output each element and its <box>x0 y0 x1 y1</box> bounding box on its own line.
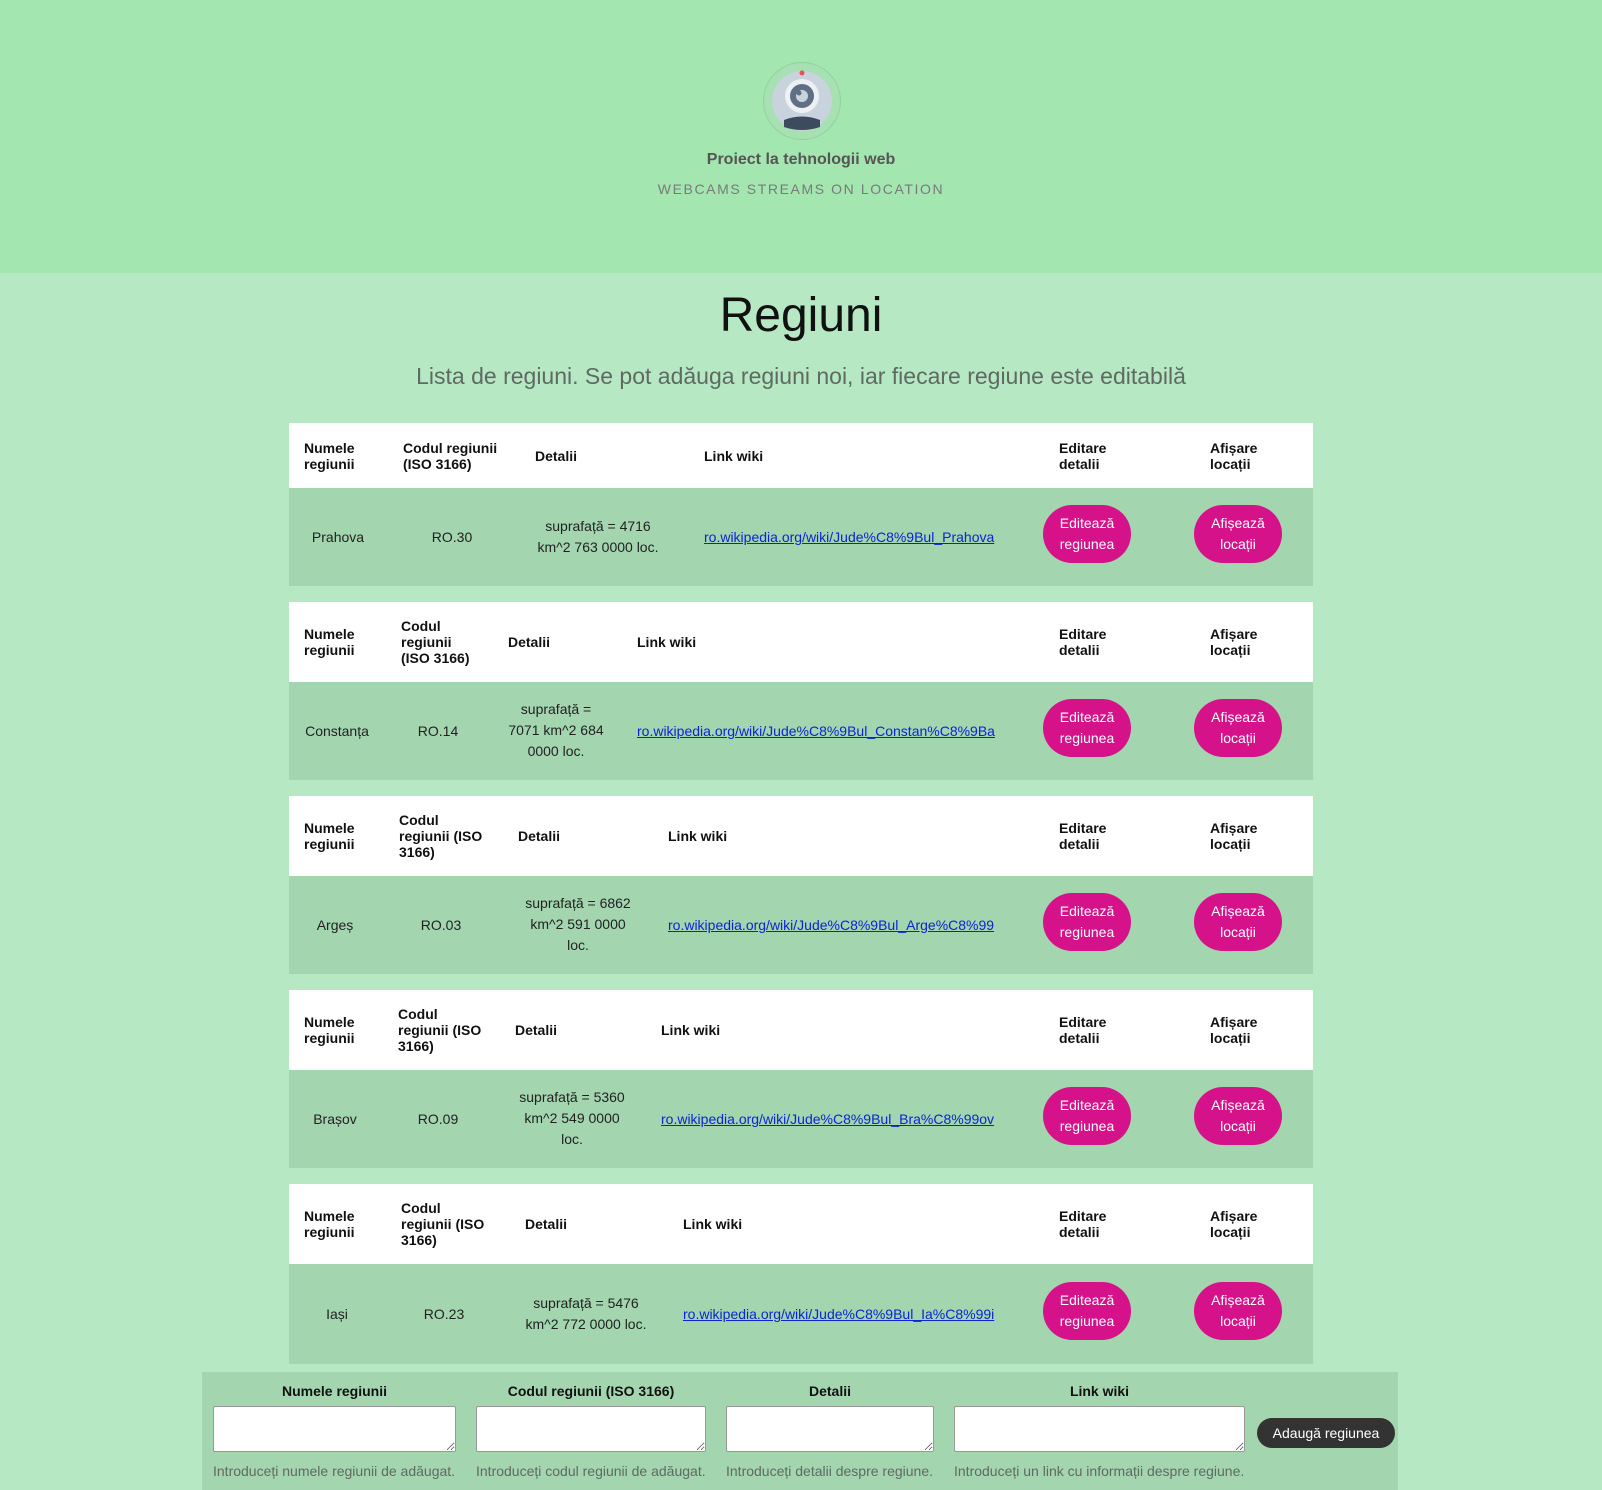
show-locations-button[interactable]: Afișează locații <box>1194 1282 1282 1340</box>
region-details-input[interactable] <box>726 1406 934 1452</box>
column-header-name: Numele regiunii <box>304 1208 355 1240</box>
table-header-row: Numele regiunii Codul regiunii (ISO 3166… <box>289 990 1313 1070</box>
add-region-form: Numele regiunii Introduceți numele regiu… <box>202 1372 1398 1490</box>
wiki-link[interactable]: ro.wikipedia.org/wiki/Jude%C8%9Bul_Const… <box>637 723 995 739</box>
region-table: Numele regiunii Codul regiunii (ISO 3166… <box>289 1184 1313 1364</box>
region-code: RO.30 <box>431 529 473 545</box>
table-row: Argeș RO.03 suprafață = 6862 km^2 591 00… <box>289 876 1313 974</box>
edit-region-button[interactable]: Editează regiunea <box>1043 699 1131 757</box>
region-code: RO.09 <box>417 1111 459 1127</box>
edit-region-button[interactable]: Editează regiunea <box>1043 505 1131 563</box>
site-subtitle: WEBCAMS STREAMS ON LOCATION <box>657 181 945 197</box>
column-header-edit: Editare detalii <box>1059 626 1107 658</box>
column-header-details: Detalii <box>515 1022 558 1038</box>
table-row: Iași RO.23 suprafață = 5476 km^2 772 000… <box>289 1264 1313 1364</box>
add-region-button[interactable]: Adaugă regiunea <box>1257 1418 1395 1448</box>
column-header-show: Afișare locații <box>1210 440 1258 472</box>
name-field-label: Numele regiunii <box>281 1383 388 1399</box>
page-title: Regiuni <box>719 289 883 342</box>
wiki-link[interactable]: ro.wikipedia.org/wiki/Jude%C8%9Bul_Ia%C8… <box>683 1306 994 1322</box>
column-header-name: Numele regiunii <box>304 626 355 658</box>
region-name: Iași <box>326 1306 348 1322</box>
column-header-name: Numele regiunii <box>304 440 355 472</box>
site-header: Proiect la tehnologii web WEBCAMS STREAM… <box>0 0 1602 273</box>
column-header-edit: Editare detalii <box>1059 820 1107 852</box>
table-row: Constanța RO.14 suprafață = 7071 km^2 68… <box>289 682 1313 780</box>
region-name: Constanța <box>305 723 369 739</box>
region-name: Prahova <box>311 529 365 545</box>
edit-region-button[interactable]: Editează regiunea <box>1043 1087 1131 1145</box>
table-header-row: Numele regiunii Codul regiunii (ISO 3166… <box>289 1184 1313 1264</box>
column-header-details: Detalii <box>525 1216 568 1232</box>
column-header-code: Codul regiunii (ISO 3166) <box>399 812 483 860</box>
column-header-details: Detalii <box>535 448 578 464</box>
details-field-label: Detalii <box>808 1383 851 1399</box>
column-header-edit: Editare detalii <box>1059 1014 1107 1046</box>
region-name: Argeș <box>316 917 354 933</box>
region-details: suprafață = 6862 km^2 591 0000 loc. <box>525 895 631 953</box>
details-field-help: Introduceți detalii despre regiune. <box>726 1463 934 1479</box>
region-wiki-input[interactable] <box>954 1406 1245 1452</box>
show-locations-button[interactable]: Afișează locații <box>1194 505 1282 563</box>
code-field-label: Codul regiunii (ISO 3166) <box>507 1383 675 1399</box>
table-row: Prahova RO.30 suprafață = 4716 km^2 763 … <box>289 488 1313 586</box>
wiki-link[interactable]: ro.wikipedia.org/wiki/Jude%C8%9Bul_Arge%… <box>668 917 994 933</box>
column-header-show: Afișare locații <box>1210 626 1258 658</box>
region-details: suprafață = 5360 km^2 549 0000 loc. <box>519 1089 625 1147</box>
column-header-wiki: Link wiki <box>661 1022 721 1038</box>
show-locations-button[interactable]: Afișează locații <box>1194 893 1282 951</box>
site-title: Proiect la tehnologii web <box>706 151 896 168</box>
wiki-field-label: Link wiki <box>1069 1383 1130 1399</box>
column-header-show: Afișare locații <box>1210 820 1258 852</box>
wiki-field-help: Introduceți un link cu informații despre… <box>954 1463 1245 1479</box>
table-header-row: Numele regiunii Codul regiunii (ISO 3166… <box>289 423 1313 488</box>
name-field-help: Introduceți numele regiunii de adăugat. <box>213 1463 456 1479</box>
region-name-input[interactable] <box>213 1406 456 1452</box>
column-header-wiki: Link wiki <box>683 1216 743 1232</box>
column-header-edit: Editare detalii <box>1059 440 1107 472</box>
region-name: Brașov <box>313 1111 357 1127</box>
region-table: Numele regiunii Codul regiunii (ISO 3166… <box>289 796 1313 974</box>
table-header-row: Numele regiunii Codul regiunii (ISO 3166… <box>289 602 1313 682</box>
column-header-code: Codul regiunii (ISO 3166) <box>401 618 470 666</box>
region-table: Numele regiunii Codul regiunii (ISO 3166… <box>289 423 1313 586</box>
region-code-input[interactable] <box>476 1406 706 1452</box>
column-header-show: Afișare locații <box>1210 1208 1258 1240</box>
region-code: RO.23 <box>423 1306 465 1322</box>
edit-region-button[interactable]: Editează regiunea <box>1043 1282 1131 1340</box>
region-table: Numele regiunii Codul regiunii (ISO 3166… <box>289 990 1313 1168</box>
webcam-icon <box>763 62 841 140</box>
column-header-wiki: Link wiki <box>704 448 764 464</box>
wiki-link[interactable]: ro.wikipedia.org/wiki/Jude%C8%9Bul_Bra%C… <box>661 1111 994 1127</box>
region-code: RO.03 <box>420 917 462 933</box>
wiki-link[interactable]: ro.wikipedia.org/wiki/Jude%C8%9Bul_Praho… <box>704 529 994 545</box>
page-lead: Lista de regiuni. Se pot adăuga regiuni … <box>416 363 1186 389</box>
column-header-details: Detalii <box>508 634 551 650</box>
column-header-wiki: Link wiki <box>637 634 697 650</box>
column-header-edit: Editare detalii <box>1059 1208 1107 1240</box>
column-header-name: Numele regiunii <box>304 1014 355 1046</box>
show-locations-button[interactable]: Afișează locații <box>1194 1087 1282 1145</box>
region-table: Numele regiunii Codul regiunii (ISO 3166… <box>289 602 1313 780</box>
table-header-row: Numele regiunii Codul regiunii (ISO 3166… <box>289 796 1313 876</box>
show-locations-button[interactable]: Afișează locații <box>1194 699 1282 757</box>
column-header-code: Codul regiunii (ISO 3166) <box>403 440 498 472</box>
region-details: suprafață = 5476 km^2 772 0000 loc. <box>525 1295 647 1332</box>
code-field-help: Introduceți codul regiunii de adăugat. <box>476 1463 706 1479</box>
edit-region-button[interactable]: Editează regiunea <box>1043 893 1131 951</box>
region-code: RO.14 <box>417 723 459 739</box>
region-details: suprafață = 7071 km^2 684 0000 loc. <box>508 701 604 759</box>
column-header-code: Codul regiunii (ISO 3166) <box>398 1006 482 1054</box>
column-header-code: Codul regiunii (ISO 3166) <box>401 1200 485 1248</box>
column-header-details: Detalii <box>518 828 561 844</box>
column-header-show: Afișare locații <box>1210 1014 1258 1046</box>
column-header-name: Numele regiunii <box>304 820 355 852</box>
column-header-wiki: Link wiki <box>668 828 728 844</box>
region-details: suprafață = 4716 km^2 763 0000 loc. <box>537 518 659 555</box>
table-row: Brașov RO.09 suprafață = 5360 km^2 549 0… <box>289 1070 1313 1168</box>
